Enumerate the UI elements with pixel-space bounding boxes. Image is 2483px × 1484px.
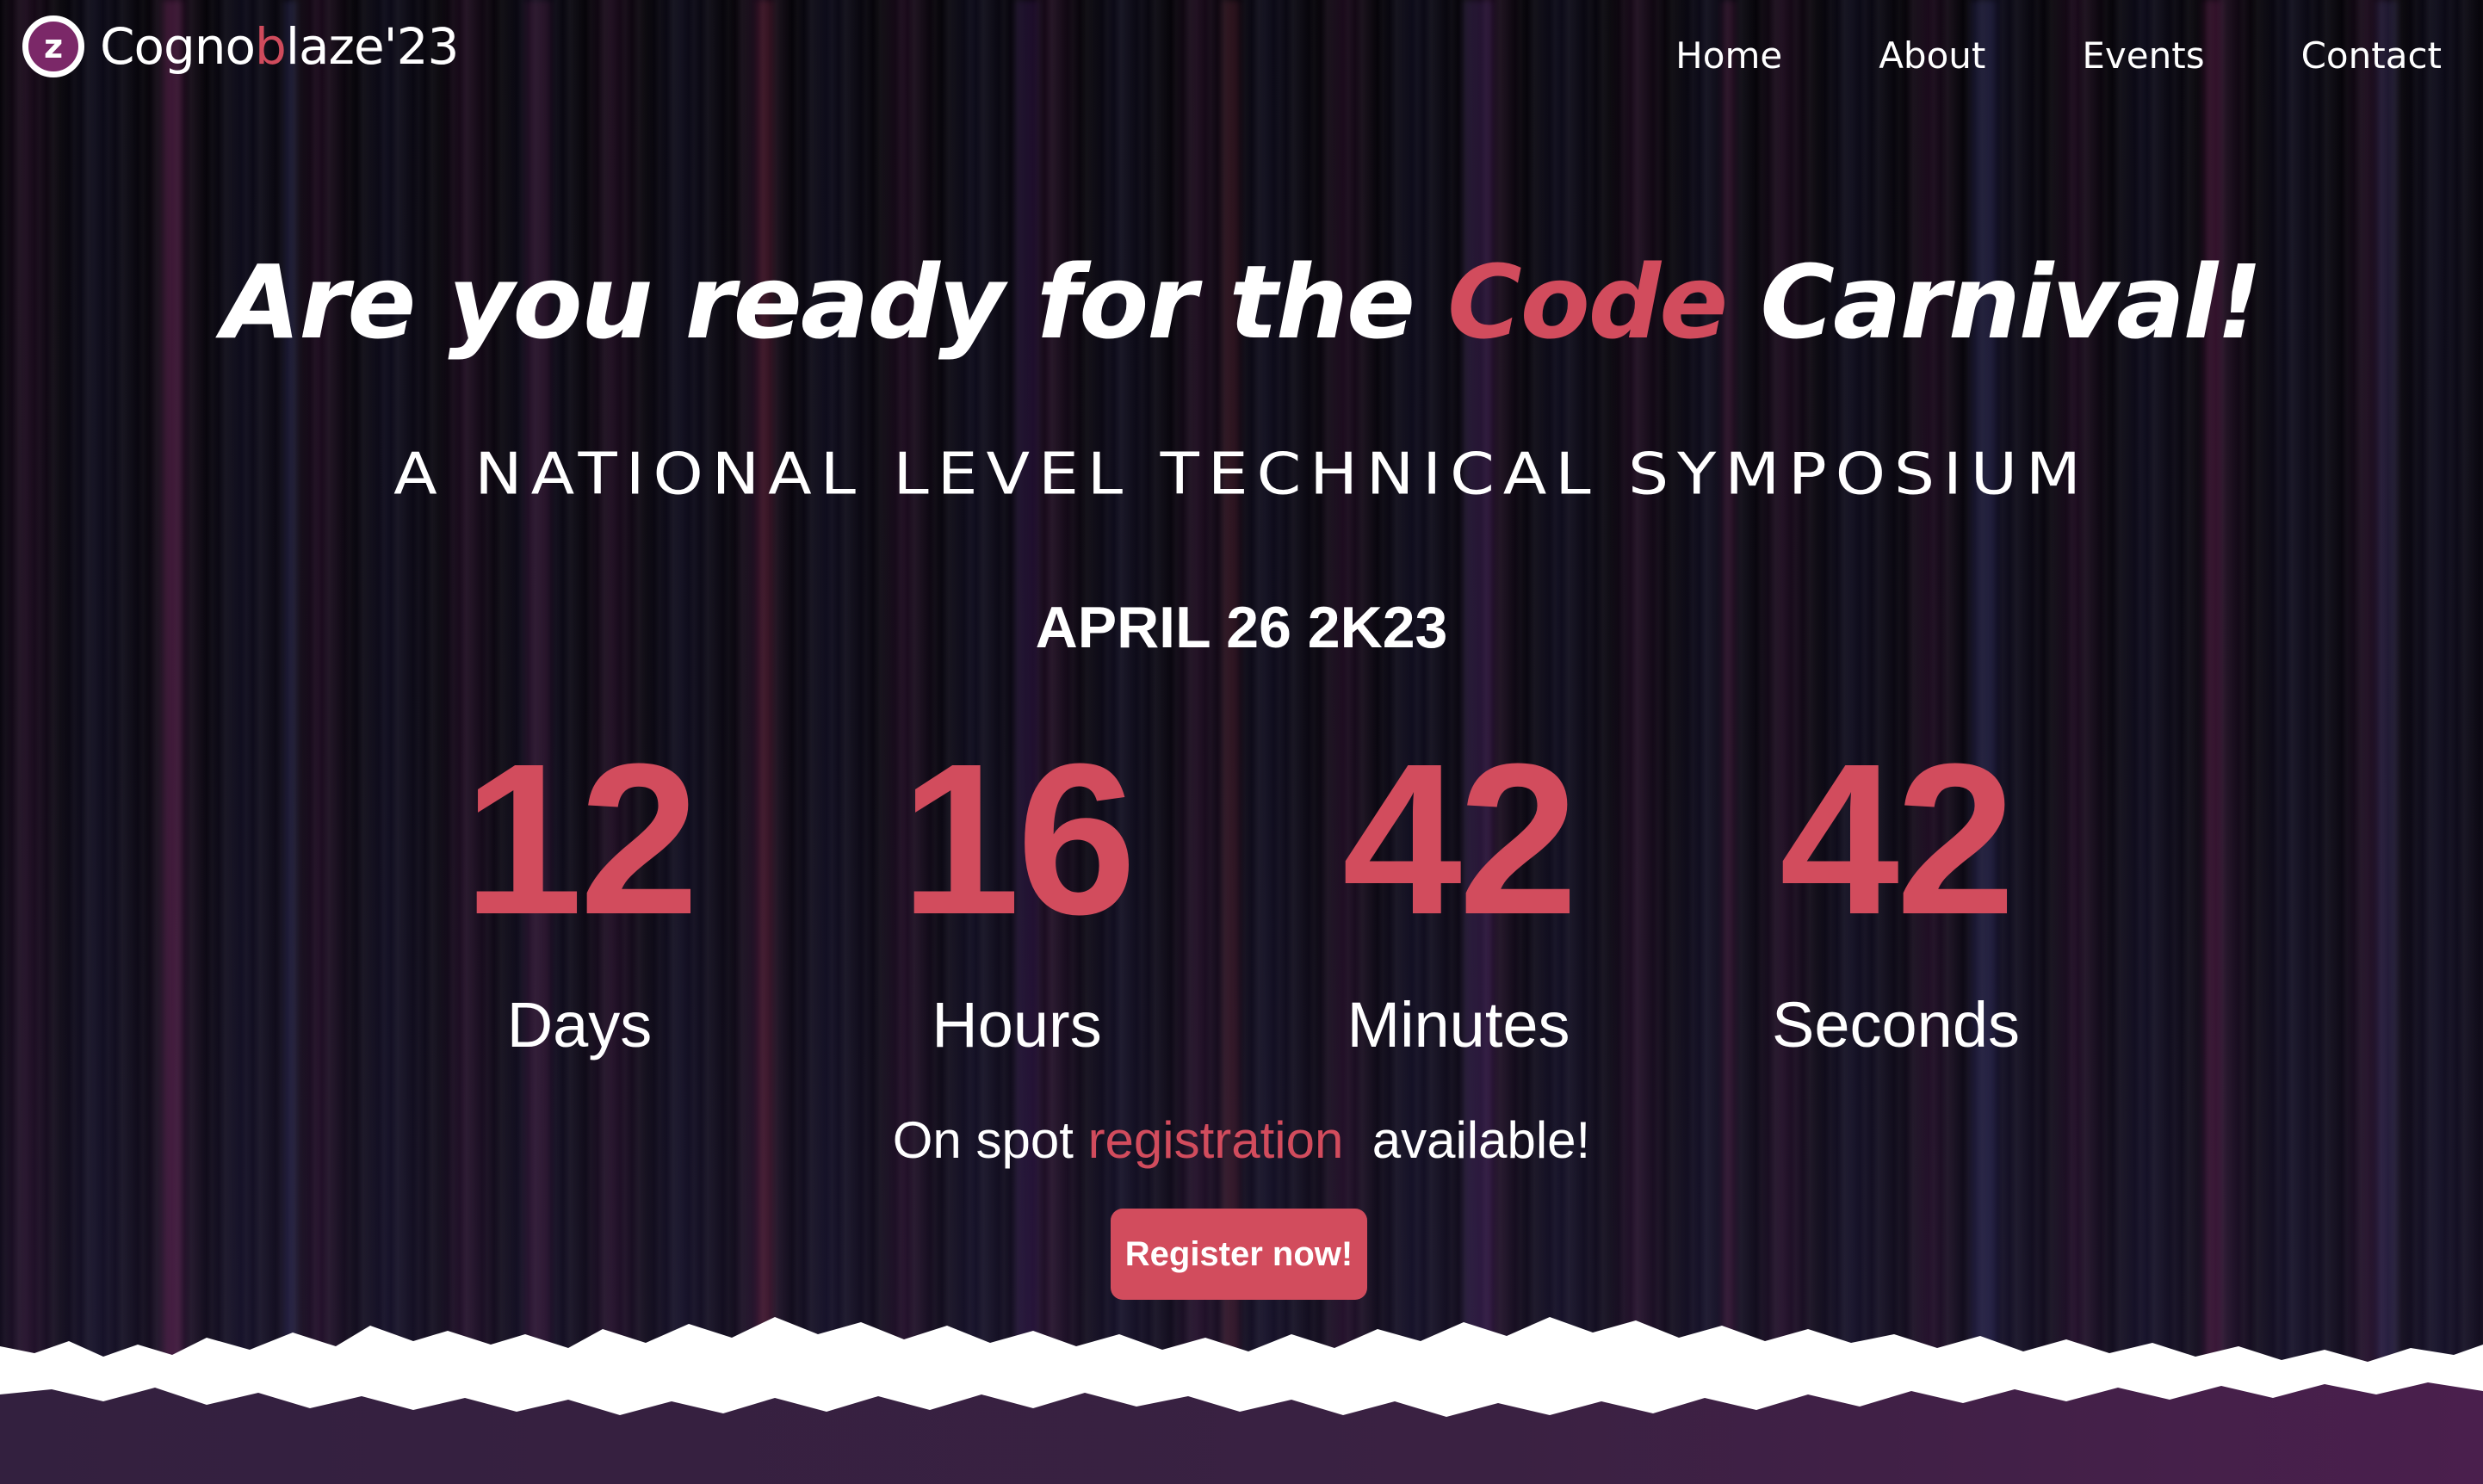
torn-paper-divider: [0, 1317, 2483, 1484]
countdown-days-label: Days: [506, 989, 653, 1060]
countdown-hours-label: Hours: [932, 989, 1102, 1060]
logo-text-prefix: Cogno: [100, 17, 256, 76]
register-now-button[interactable]: Register now!: [1111, 1209, 1367, 1300]
countdown-minutes-label: Minutes: [1347, 989, 1570, 1060]
onspot-text-before: On spot: [892, 1111, 1088, 1169]
site-logo[interactable]: z Cognoblaze'23: [22, 15, 460, 77]
onspot-registration-text: On spot registration available!: [0, 1110, 2483, 1170]
nav-link-about[interactable]: About: [1879, 34, 1985, 77]
nav-link-home[interactable]: Home: [1675, 34, 1782, 77]
logo-text: Cognoblaze'23: [100, 17, 460, 76]
logo-text-suffix: laze'23: [285, 17, 460, 76]
nav-links: Home About Events Contact: [1675, 34, 2442, 77]
hero-title-after: Carnival!: [1726, 243, 2263, 362]
hero-subtitle: A NATIONAL LEVEL TECHNICAL SYMPOSIUM: [393, 441, 2090, 508]
logo-mark-icon: z: [22, 15, 84, 77]
countdown-days-value: 12: [462, 719, 699, 959]
countdown-hours: 16 Hours: [836, 732, 1198, 1061]
hero-title: Are you ready for the Code Carnival!: [0, 243, 2483, 362]
countdown-minutes: 42 Minutes: [1278, 732, 1639, 1061]
countdown-seconds-value: 42: [1779, 719, 2016, 959]
countdown-seconds-label: Seconds: [1772, 989, 2020, 1060]
countdown-days: 12 Days: [399, 732, 760, 1061]
logo-text-highlight: b: [255, 17, 287, 76]
countdown-hours-value: 16: [900, 719, 1136, 959]
navbar: z Cognoblaze'23 Home About Events Contac…: [0, 0, 2483, 112]
countdown-seconds: 42 Seconds: [1715, 732, 2077, 1061]
nav-link-contact[interactable]: Contact: [2301, 34, 2442, 77]
countdown-minutes-value: 42: [1341, 719, 1578, 959]
hero-title-accent: Code: [1447, 243, 1728, 362]
logo-mark-letter: z: [43, 28, 64, 65]
event-date: APRIL 26 2K23: [1035, 595, 1448, 660]
hero-title-before: Are you ready for the: [221, 243, 1448, 362]
registration-link[interactable]: registration: [1088, 1111, 1344, 1169]
nav-link-events[interactable]: Events: [2082, 34, 2204, 77]
onspot-text-after: available!: [1343, 1111, 1591, 1169]
page: z Cognoblaze'23 Home About Events Contac…: [0, 0, 2483, 1484]
